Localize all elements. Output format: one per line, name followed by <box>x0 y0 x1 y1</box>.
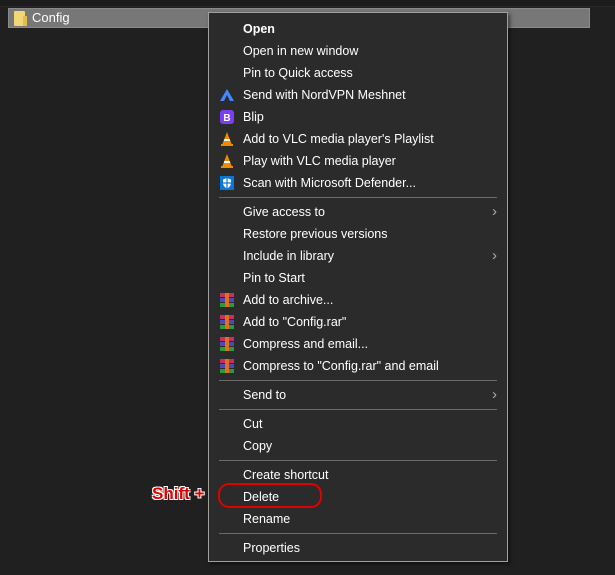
defender-icon <box>219 175 235 191</box>
menu-item-compress-to-config-rar-and-email[interactable]: Compress to "Config.rar" and email <box>209 355 507 377</box>
menu-item-label: Open <box>243 22 275 36</box>
annotation-highlight-ring <box>218 483 322 508</box>
menu-item-label: Properties <box>243 541 300 555</box>
menu-separator <box>209 377 507 384</box>
menu-item-play-with-vlc-media-player[interactable]: Play with VLC media player <box>209 150 507 172</box>
menu-item-send-with-nordvpn-meshnet[interactable]: Send with NordVPN Meshnet <box>209 84 507 106</box>
menu-item-label: Play with VLC media player <box>243 154 396 168</box>
winrar-icon <box>219 336 235 352</box>
menu-item-label: Scan with Microsoft Defender... <box>243 176 416 190</box>
menu-item-label: Compress to "Config.rar" and email <box>243 359 439 373</box>
menu-item-compress-and-email[interactable]: Compress and email... <box>209 333 507 355</box>
menu-item-blip[interactable]: B Blip <box>209 106 507 128</box>
menu-item-properties[interactable]: Properties <box>209 537 507 559</box>
menu-item-give-access-to[interactable]: Give access to › <box>209 201 507 223</box>
menu-item-label: Add to "Config.rar" <box>243 315 347 329</box>
menu-item-include-in-library[interactable]: Include in library › <box>209 245 507 267</box>
menu-item-copy[interactable]: Copy <box>209 435 507 457</box>
chevron-right-icon: › <box>492 386 497 403</box>
svg-text:B: B <box>223 113 230 124</box>
menu-item-pin-to-start[interactable]: Pin to Start <box>209 267 507 289</box>
menu-item-label: Blip <box>243 110 264 124</box>
menu-item-label: Compress and email... <box>243 337 369 351</box>
nordvpn-icon <box>219 87 235 103</box>
menu-item-label: Restore previous versions <box>243 227 388 241</box>
winrar-icon <box>219 292 235 308</box>
menu-item-label: Include in library <box>243 249 335 263</box>
file-name: Config <box>32 10 70 25</box>
menu-item-label: Pin to Quick access <box>243 66 353 80</box>
vlc-icon <box>219 153 235 169</box>
header-bar <box>0 0 615 7</box>
annotation-shift-label: Shift + <box>152 484 205 503</box>
blip-icon: B <box>219 109 235 125</box>
chevron-right-icon: › <box>492 247 497 264</box>
menu-item-label: Send with NordVPN Meshnet <box>243 88 406 102</box>
winrar-icon <box>219 358 235 374</box>
menu-item-label: Cut <box>243 417 263 431</box>
folder-icon <box>14 11 27 26</box>
menu-item-add-to-config-rar[interactable]: Add to "Config.rar" <box>209 311 507 333</box>
context-menu: Open Open in new window Pin to Quick acces… <box>208 12 508 562</box>
winrar-icon <box>219 314 235 330</box>
menu-item-label: Open in new window <box>243 44 359 58</box>
chevron-right-icon: › <box>492 203 497 220</box>
menu-separator <box>209 406 507 413</box>
menu-item-add-to-vlc-media-player-s-playlist[interactable]: Add to VLC media player's Playlist <box>209 128 507 150</box>
menu-item-label: Add to VLC media player's Playlist <box>243 132 434 146</box>
menu-item-label: Send to <box>243 388 287 402</box>
menu-item-label: Rename <box>243 512 291 526</box>
menu-item-scan-with-microsoft-defender[interactable]: Scan with Microsoft Defender... <box>209 172 507 194</box>
menu-item-rename[interactable]: Rename <box>209 508 507 530</box>
menu-item-open[interactable]: Open <box>209 18 507 40</box>
menu-item-cut[interactable]: Cut <box>209 413 507 435</box>
menu-separator <box>209 457 507 464</box>
menu-item-label: Copy <box>243 439 273 453</box>
menu-separator <box>209 194 507 201</box>
menu-item-pin-to-quick-access[interactable]: Pin to Quick access <box>209 62 507 84</box>
menu-item-label: Give access to <box>243 205 325 219</box>
menu-separator <box>209 530 507 537</box>
vlc-icon <box>219 131 235 147</box>
menu-item-label: Add to archive... <box>243 293 334 307</box>
menu-item-restore-previous-versions[interactable]: Restore previous versions <box>209 223 507 245</box>
menu-item-open-in-new-window[interactable]: Open in new window <box>209 40 507 62</box>
menu-item-add-to-archive[interactable]: Add to archive... <box>209 289 507 311</box>
menu-item-label: Pin to Start <box>243 271 305 285</box>
menu-item-send-to[interactable]: Send to › <box>209 384 507 406</box>
